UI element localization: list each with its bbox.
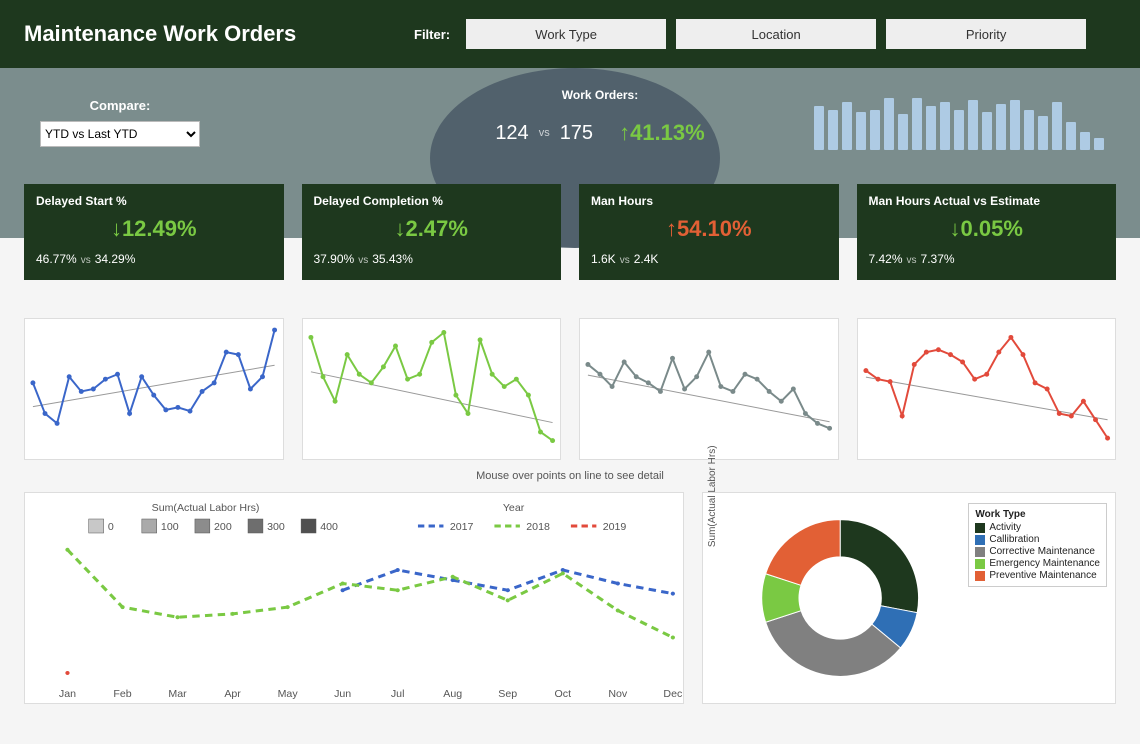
kpi-card-values: 1.6Kvs2.4K	[591, 252, 827, 266]
svg-text:Feb: Feb	[113, 689, 132, 700]
svg-text:Mar: Mar	[168, 689, 187, 700]
hover-hint: Mouse over points on line to see detail	[0, 470, 1140, 482]
work-type-donut-chart[interactable]: Sum(Actual Labor Hrs) Work TypeActivityC…	[702, 492, 1116, 704]
kpi-card-values: 7.42%vs7.37%	[869, 252, 1105, 266]
work-orders-title: Work Orders:	[450, 88, 750, 102]
svg-text:Nov: Nov	[608, 689, 628, 700]
svg-text:Year: Year	[503, 503, 525, 514]
filter-label: Filter:	[414, 27, 450, 42]
work-orders-a: 124	[495, 122, 528, 145]
kpi-card-delta: ↓0.05%	[869, 216, 1105, 242]
compare-block: Compare: YTD vs Last YTD	[40, 98, 200, 147]
bottom-row: Sum(Actual Labor Hrs) Year 0 100 200 300 400 20…	[0, 492, 1140, 728]
compare-select[interactable]: YTD vs Last YTD	[40, 121, 200, 147]
kpi-sparkline-3[interactable]	[857, 318, 1117, 460]
svg-text:2018: 2018	[526, 522, 550, 533]
svg-text:Aug: Aug	[443, 689, 462, 700]
svg-text:100: 100	[161, 522, 179, 533]
svg-text:Apr: Apr	[224, 689, 241, 700]
svg-text:May: May	[278, 689, 299, 700]
svg-text:0: 0	[108, 522, 114, 533]
compare-label: Compare:	[40, 98, 200, 113]
svg-text:Jan: Jan	[59, 689, 76, 700]
donut-legend: Work TypeActivityCallibrationCorrective …	[968, 503, 1107, 587]
svg-text:2019: 2019	[603, 522, 627, 533]
work-orders-sparkbar	[814, 94, 1104, 150]
header-bar: Maintenance Work Orders Filter: Work Typ…	[0, 0, 1140, 68]
kpi-card-2[interactable]: Man Hours ↑54.10% 1.6Kvs2.4K	[579, 184, 839, 280]
work-orders-b: 175	[560, 122, 593, 145]
kpi-card-title: Delayed Start %	[36, 194, 272, 208]
kpi-card-title: Man Hours Actual vs Estimate	[869, 194, 1105, 208]
svg-text:Sep: Sep	[498, 689, 517, 700]
kpi-card-values: 46.77%vs34.29%	[36, 252, 272, 266]
work-orders-delta: ↑41.13%	[619, 120, 705, 146]
kpi-card-delta: ↓2.47%	[314, 216, 550, 242]
kpi-card-values: 37.90%vs35.43%	[314, 252, 550, 266]
summary-band: Compare: YTD vs Last YTD Work Orders: 12…	[0, 68, 1140, 238]
kpi-card-1[interactable]: Delayed Completion % ↓2.47% 37.90%vs35.43%	[302, 184, 562, 280]
svg-text:Sum(Actual Labor Hrs): Sum(Actual Labor Hrs)	[152, 503, 260, 514]
kpi-sparkline-0[interactable]	[24, 318, 284, 460]
donut-ylabel: Sum(Actual Labor Hrs)	[707, 445, 718, 547]
svg-text:300: 300	[267, 522, 285, 533]
kpi-card-delta: ↓12.49%	[36, 216, 272, 242]
filter-work-type[interactable]: Work Type	[466, 19, 666, 49]
kpi-card-delta: ↑54.10%	[591, 216, 827, 242]
work-orders-vs: vs	[539, 127, 550, 139]
svg-text:2017: 2017	[450, 522, 474, 533]
labor-by-month-chart[interactable]: Sum(Actual Labor Hrs) Year 0 100 200 300 400 20…	[24, 492, 684, 704]
kpi-card-3[interactable]: Man Hours Actual vs Estimate ↓0.05% 7.42%v…	[857, 184, 1117, 280]
work-orders-block: Work Orders: 124 vs 175 ↑41.13%	[450, 88, 750, 146]
kpi-cards-row: Delayed Start %↓12.49%46.77%vs34.29%Dela…	[24, 184, 1116, 280]
filter-location[interactable]: Location	[676, 19, 876, 49]
kpi-card-title: Man Hours	[591, 194, 827, 208]
svg-text:Jul: Jul	[391, 689, 405, 700]
svg-text:200: 200	[214, 522, 232, 533]
kpi-card-title: Delayed Completion %	[314, 194, 550, 208]
svg-text:Oct: Oct	[555, 689, 572, 700]
filter-priority[interactable]: Priority	[886, 19, 1086, 49]
svg-text:Jun: Jun	[334, 689, 351, 700]
kpi-card-0[interactable]: Delayed Start % ↓12.49% 46.77%vs34.29%	[24, 184, 284, 280]
kpi-sparklines-row	[0, 318, 1140, 460]
svg-text:Dec: Dec	[663, 689, 682, 700]
kpi-sparkline-2[interactable]	[579, 318, 839, 460]
page-title: Maintenance Work Orders	[24, 21, 414, 47]
kpi-sparkline-1[interactable]	[302, 318, 562, 460]
svg-text:400: 400	[320, 522, 338, 533]
